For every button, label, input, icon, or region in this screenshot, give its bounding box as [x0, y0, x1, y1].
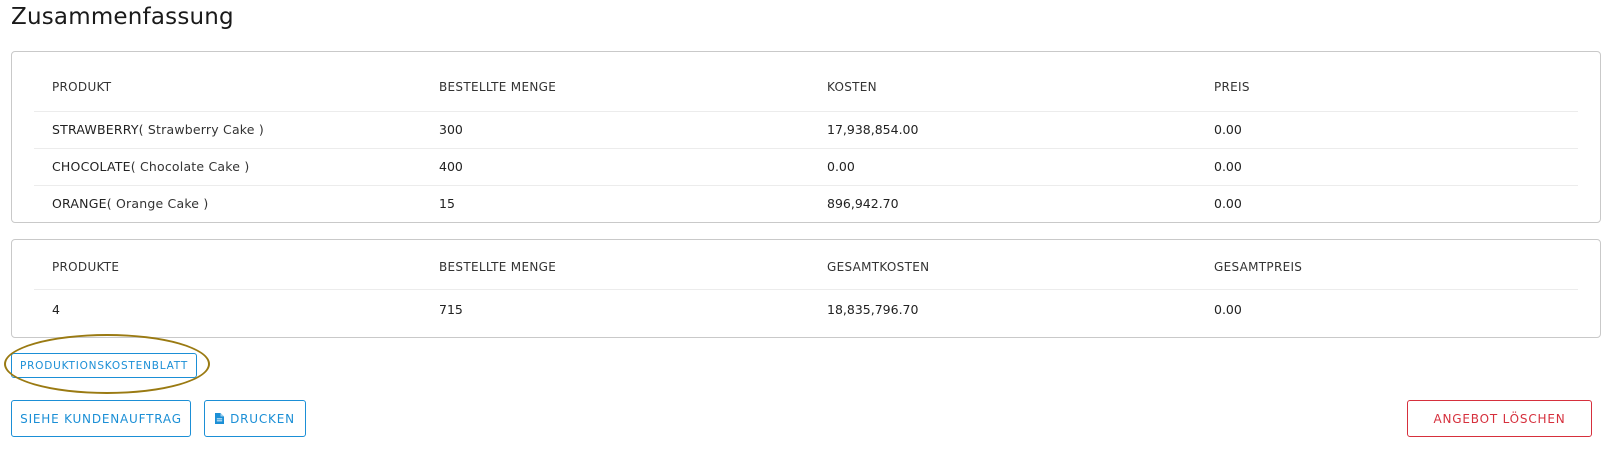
product-cell: ORANGE( Orange Cake )	[52, 186, 208, 222]
total-quantity-cell: 715	[439, 302, 463, 317]
total-price-cell: 0.00	[1214, 302, 1242, 317]
product-description: ( Chocolate Cake )	[130, 159, 250, 174]
column-header-ordered-quantity: BESTELLTE MENGE	[439, 260, 557, 274]
product-cell: CHOCOLATE( Chocolate Cake )	[52, 149, 249, 185]
products-summary-card: PRODUKT BESTELLTE MENGE KOSTEN PREIS STR…	[11, 51, 1601, 223]
products-table-header: PRODUKT BESTELLTE MENGE KOSTEN PREIS	[34, 52, 1578, 112]
column-header-product: PRODUKT	[52, 80, 112, 94]
table-row: CHOCOLATE( Chocolate Cake ) 400 0.00 0.0…	[34, 149, 1578, 186]
product-description: ( Strawberry Cake )	[138, 122, 264, 137]
column-header-price: PREIS	[1214, 80, 1250, 94]
delete-offer-button[interactable]: ANGEBOT LÖSCHEN	[1407, 400, 1592, 437]
product-description: ( Orange Cake )	[106, 196, 209, 211]
price-cell: 0.00	[1214, 196, 1242, 211]
print-button[interactable]: DRUCKEN	[204, 400, 306, 437]
column-header-total-cost: GESAMTKOSTEN	[827, 260, 930, 274]
print-button-label: DRUCKEN	[230, 411, 295, 426]
products-table: PRODUKT BESTELLTE MENGE KOSTEN PREIS STR…	[34, 52, 1578, 223]
totals-table: PRODUKTE BESTELLTE MENGE GESAMTKOSTEN GE…	[34, 240, 1578, 330]
totals-table-header: PRODUKTE BESTELLTE MENGE GESAMTKOSTEN GE…	[34, 240, 1578, 290]
production-cost-sheet-button[interactable]: PRODUKTIONSKOSTENBLATT	[11, 353, 197, 378]
cost-cell: 896,942.70	[827, 196, 899, 211]
table-row: ORANGE( Orange Cake ) 15 896,942.70 0.00	[34, 186, 1578, 223]
table-row: STRAWBERRY( Strawberry Cake ) 300 17,938…	[34, 112, 1578, 149]
column-header-cost: KOSTEN	[827, 80, 877, 94]
price-cell: 0.00	[1214, 122, 1242, 137]
cost-cell: 0.00	[827, 159, 855, 174]
column-header-products: PRODUKTE	[52, 260, 120, 274]
column-header-total-price: GESAMTPREIS	[1214, 260, 1303, 274]
quantity-cell: 400	[439, 159, 463, 174]
totals-summary-card: PRODUKTE BESTELLTE MENGE GESAMTKOSTEN GE…	[11, 239, 1601, 338]
view-sales-order-button[interactable]: SIEHE KUNDENAUFTRAG	[11, 400, 191, 437]
page-title: Zusammenfassung	[11, 4, 234, 30]
total-cost-cell: 18,835,796.70	[827, 302, 919, 317]
products-count-cell: 4	[52, 302, 60, 317]
cost-cell: 17,938,854.00	[827, 122, 919, 137]
file-icon	[215, 413, 225, 424]
quantity-cell: 15	[439, 196, 455, 211]
price-cell: 0.00	[1214, 159, 1242, 174]
table-row: 4 715 18,835,796.70 0.00	[34, 290, 1578, 330]
product-cell: STRAWBERRY( Strawberry Cake )	[52, 112, 264, 148]
product-name: CHOCOLATE	[52, 159, 131, 174]
column-header-ordered-quantity: BESTELLTE MENGE	[439, 80, 557, 94]
quantity-cell: 300	[439, 122, 463, 137]
product-name: STRAWBERRY	[52, 122, 139, 137]
product-name: ORANGE	[52, 196, 107, 211]
